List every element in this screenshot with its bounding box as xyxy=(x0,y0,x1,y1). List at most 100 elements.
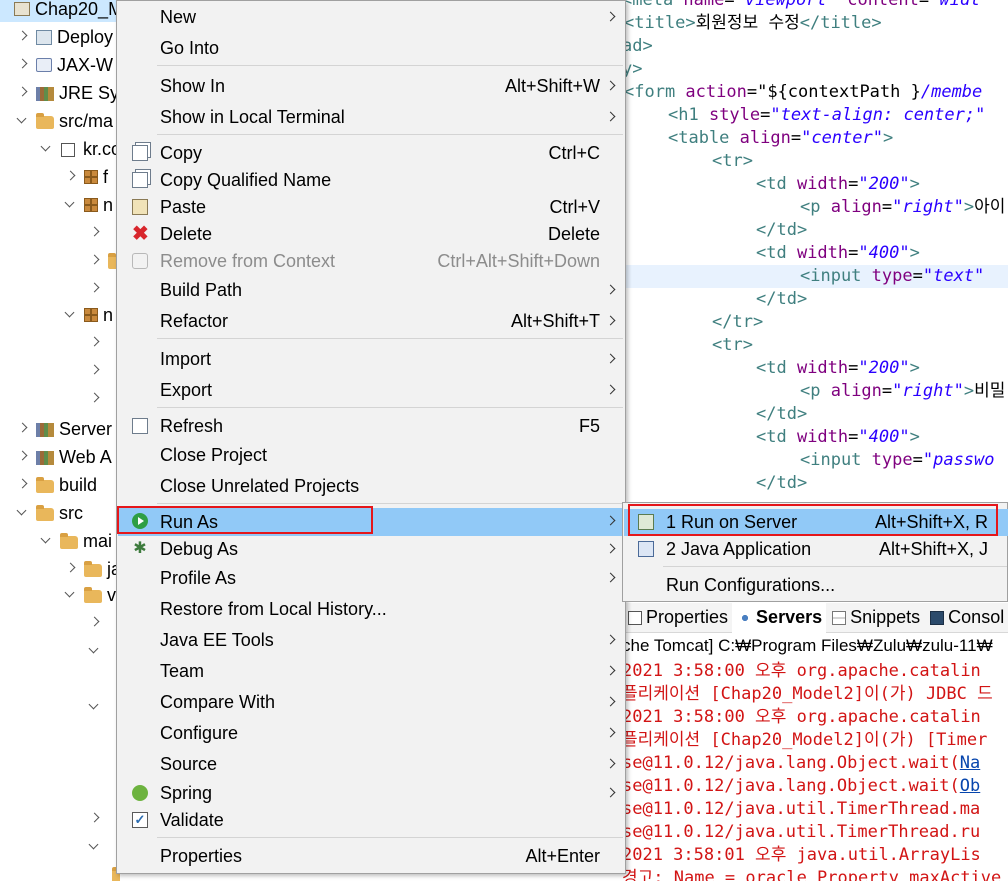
console-description: che Tomcat] C:₩Program Files₩Zulu₩zulu-1… xyxy=(622,636,993,655)
submenu-arrow-icon xyxy=(605,696,616,707)
chevron-down-icon[interactable] xyxy=(88,701,100,713)
chevron-right-icon[interactable] xyxy=(88,283,100,295)
chevron-right-icon[interactable] xyxy=(88,617,100,629)
code-token: type xyxy=(871,450,913,470)
menu-item-close-project[interactable]: Close Project xyxy=(118,442,624,469)
menu-item-copy-qualified-name[interactable]: Copy Qualified Name xyxy=(118,167,624,194)
tree-item-label: JAX-W xyxy=(57,54,113,75)
console-stack-link[interactable]: Na xyxy=(960,753,980,773)
menu-item-compare-with[interactable]: Compare With xyxy=(118,689,624,716)
tree-item-child[interactable] xyxy=(88,220,108,246)
chevron-right-icon[interactable] xyxy=(64,563,76,575)
chevron-down-icon[interactable] xyxy=(64,589,76,601)
menu-item-validate[interactable]: ✓ Validate xyxy=(118,807,624,834)
menu-item-spring[interactable]: Spring xyxy=(118,780,624,807)
menu-item-export[interactable]: Export xyxy=(118,377,624,404)
tree-item-child[interactable] xyxy=(88,610,108,636)
menu-item-properties[interactable]: Properties Alt+Enter xyxy=(118,843,624,870)
code-token: <form xyxy=(624,82,686,102)
code-token: 비밀 xyxy=(974,381,1006,401)
menu-item-refactor[interactable]: Refactor Alt+Shift+T xyxy=(118,308,624,335)
menu-item-source[interactable]: Source xyxy=(118,751,624,778)
chevron-down-icon[interactable] xyxy=(40,535,52,547)
submenu-arrow-icon xyxy=(605,111,616,122)
code-token: > xyxy=(909,243,920,263)
tab-servers[interactable]: Servers xyxy=(732,603,827,633)
tree-item-package[interactable]: n xyxy=(64,192,113,218)
menu-item-run-as[interactable]: Run As xyxy=(118,508,624,536)
tree-item-jre-system-library[interactable]: JRE Sys xyxy=(16,80,120,106)
tree-item-deployment-descriptor[interactable]: Deploy xyxy=(16,24,113,50)
menu-item-restore-from-local-history[interactable]: Restore from Local History... xyxy=(118,596,624,623)
tree-item-package[interactable]: n xyxy=(64,302,113,328)
menu-item-refresh[interactable]: Refresh F5 xyxy=(118,413,624,440)
tree-item-main[interactable]: mai xyxy=(40,528,112,554)
chevron-down-icon[interactable] xyxy=(40,143,52,155)
menu-item-paste[interactable]: Paste Ctrl+V xyxy=(118,194,624,221)
chevron-right-icon[interactable] xyxy=(16,87,28,99)
chevron-right-icon[interactable] xyxy=(16,31,28,43)
console-stack-link[interactable]: Ob xyxy=(960,776,980,796)
tree-item-java[interactable]: ja xyxy=(64,556,120,582)
tab-snippets[interactable]: Snippets xyxy=(826,603,924,633)
chevron-down-icon[interactable] xyxy=(64,199,76,211)
chevron-down-icon[interactable] xyxy=(16,115,28,127)
code-token: <table xyxy=(668,128,740,148)
chevron-down-icon[interactable] xyxy=(88,645,100,657)
run-as-submenu: 1 Run on Server Alt+Shift+X, R 2 Java Ap… xyxy=(622,502,1008,602)
menu-item-import[interactable]: Import xyxy=(118,346,624,373)
chevron-right-icon[interactable] xyxy=(88,813,100,825)
chevron-down-icon[interactable] xyxy=(64,309,76,321)
chevron-right-icon[interactable] xyxy=(16,59,28,71)
chevron-right-icon[interactable] xyxy=(16,479,28,491)
tree-item-jax-ws[interactable]: JAX-W xyxy=(16,52,113,78)
menu-item-go-into[interactable]: Go Into xyxy=(118,35,624,62)
menu-item-delete[interactable]: ✖ Delete Delete xyxy=(118,221,624,248)
tree-item-src-main[interactable]: src/ma xyxy=(16,108,113,134)
submenu-item-run-on-server[interactable]: 1 Run on Server Alt+Shift+X, R xyxy=(624,509,1008,536)
menu-item-show-in-local-terminal[interactable]: Show in Local Terminal xyxy=(118,104,624,131)
tree-item-package[interactable]: f xyxy=(64,164,108,190)
tree-item-child[interactable] xyxy=(88,358,108,384)
chevron-right-icon[interactable] xyxy=(64,171,76,183)
menu-item-copy[interactable]: Copy Ctrl+C xyxy=(118,140,624,167)
menu-item-configure[interactable]: Configure xyxy=(118,720,624,747)
chevron-down-icon[interactable] xyxy=(16,507,28,519)
chevron-right-icon[interactable] xyxy=(88,255,100,267)
tree-item-src[interactable]: src xyxy=(16,500,83,526)
chevron-right-icon[interactable] xyxy=(88,393,100,405)
tree-item-child[interactable] xyxy=(88,694,108,720)
chevron-right-icon[interactable] xyxy=(88,227,100,239)
tree-item-child[interactable] xyxy=(88,330,108,356)
code-editor[interactable]: <meta name="viewport" content="widt <tit… xyxy=(622,0,1008,502)
tree-item-webapp[interactable]: v xyxy=(64,582,116,608)
tab-console[interactable]: Consol xyxy=(924,603,1008,633)
menu-item-new[interactable]: New xyxy=(118,4,624,31)
tree-item-server-runtime[interactable]: Server xyxy=(16,416,112,442)
tree-item-child[interactable] xyxy=(88,806,108,832)
tree-item-package-root[interactable]: kr.co xyxy=(40,136,120,162)
chevron-right-icon[interactable] xyxy=(88,337,100,349)
chevron-right-icon[interactable] xyxy=(16,451,28,463)
tree-item-child[interactable] xyxy=(88,834,108,860)
menu-item-show-in[interactable]: Show In Alt+Shift+W xyxy=(118,73,624,100)
menu-item-profile-as[interactable]: Profile As xyxy=(118,565,624,592)
code-token: > xyxy=(963,197,975,217)
tree-item-child[interactable] xyxy=(88,276,108,302)
tab-properties[interactable]: Properties xyxy=(622,603,732,633)
tree-item-child[interactable] xyxy=(88,386,108,412)
menu-item-close-unrelated-projects[interactable]: Close Unrelated Projects xyxy=(118,473,624,500)
menu-item-build-path[interactable]: Build Path xyxy=(118,277,624,304)
chevron-down-icon[interactable] xyxy=(88,841,100,853)
tree-item-web-app-libraries[interactable]: Web A xyxy=(16,444,112,470)
tree-item-project[interactable]: Chap20_M xyxy=(0,0,120,22)
menu-item-java-ee-tools[interactable]: Java EE Tools xyxy=(118,627,624,654)
chevron-right-icon[interactable] xyxy=(88,365,100,377)
submenu-item-java-application[interactable]: 2 Java Application Alt+Shift+X, J xyxy=(624,536,1008,563)
menu-item-team[interactable]: Team xyxy=(118,658,624,685)
menu-item-debug-as[interactable]: ✱ Debug As xyxy=(118,536,624,563)
submenu-item-run-configurations[interactable]: Run Configurations... xyxy=(624,572,1008,599)
tree-item-child[interactable] xyxy=(88,638,108,664)
tree-item-build[interactable]: build xyxy=(16,472,97,498)
chevron-right-icon[interactable] xyxy=(16,423,28,435)
